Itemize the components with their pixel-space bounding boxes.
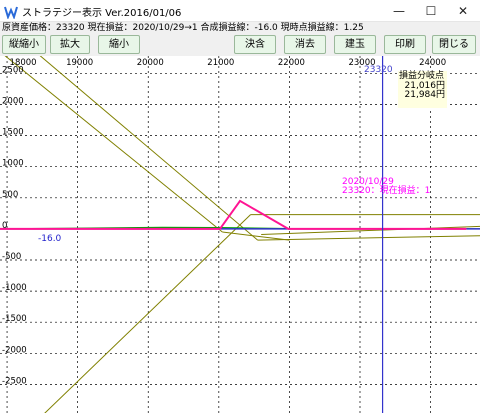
x-tick-label: 21000 (207, 58, 234, 68)
toolbar: 縦縮小 拡大 縮小 決含 消去 建玉 印刷 閉じる (0, 34, 480, 56)
current-price-label: 23320 (364, 65, 393, 75)
breakeven-box: 損益分岐点 21,016円 21,984円 (398, 71, 447, 108)
y-tick-label: 2000 (2, 97, 24, 107)
zoom-vertical-button[interactable]: 縦縮小 (2, 35, 46, 54)
y-tick-label: -2500 (2, 376, 27, 386)
payoff-chart: 18000 19000 20000 21000 22000 23000 24000 2500 2… (0, 56, 480, 413)
y-tick-label: 500 (2, 190, 18, 200)
y-tick-label: -2000 (2, 345, 27, 355)
y-tick-label: -1000 (2, 283, 27, 293)
current-payoff-point (219, 228, 221, 230)
app-icon (4, 4, 18, 20)
composite-leg-rising (44, 214, 251, 413)
y-tick-label: 1000 (2, 159, 24, 169)
x-tick-label: 24000 (419, 58, 446, 68)
current-pl-note: 2020/10/29 23320：現在損益：1 (342, 178, 430, 196)
settle-button[interactable]: 決含 (234, 35, 276, 54)
close-window-button[interactable]: ✕ (447, 0, 479, 22)
y-tick-label: 0 (2, 221, 7, 231)
y-tick-label: 1500 (2, 128, 24, 138)
y-tick-label: -500 (2, 252, 21, 262)
title-bar: ストラテジー表示 Ver.2016/01/06 — ☐ ✕ (0, 0, 480, 22)
x-tick-label: 19000 (66, 58, 93, 68)
current-payoff-point (465, 228, 467, 230)
window-title: ストラテジー表示 Ver.2016/01/06 (22, 8, 182, 19)
x-tick-label: 20000 (137, 58, 164, 68)
zoom-out-button[interactable]: 縮小 (98, 35, 140, 54)
composite-leg-mid (39, 56, 258, 241)
minimize-button[interactable]: — (383, 0, 415, 22)
composite-leg-left (4, 56, 223, 233)
print-button[interactable]: 印刷 (384, 35, 426, 54)
zero-value-label: -16.0 (38, 234, 62, 244)
chart-canvas: 18000 19000 20000 21000 22000 23000 2400025002… (0, 56, 480, 413)
zoom-in-button[interactable]: 拡大 (50, 35, 90, 54)
current-payoff-point (287, 228, 290, 230)
y-tick-label: -1500 (2, 314, 27, 324)
delete-button[interactable]: 消去 (284, 35, 326, 54)
status-line: 原資産価格：23320 現在損益：2020/10/29→1 合成損益線：-16.… (0, 22, 480, 34)
close-button[interactable]: 閉じる (432, 35, 476, 54)
build-position-button[interactable]: 建玉 (334, 35, 376, 54)
y-tick-label: 2500 (2, 65, 24, 75)
x-tick-label: 22000 (278, 58, 305, 68)
composite-bottom-flat (257, 235, 480, 241)
composite-mid-flat (261, 225, 480, 235)
breakeven-value-2: 21,984円 (404, 90, 446, 100)
note-text: 23320：現在損益：1 (342, 186, 431, 196)
current-payoff-point (239, 200, 241, 202)
maximize-button[interactable]: ☐ (415, 0, 447, 22)
